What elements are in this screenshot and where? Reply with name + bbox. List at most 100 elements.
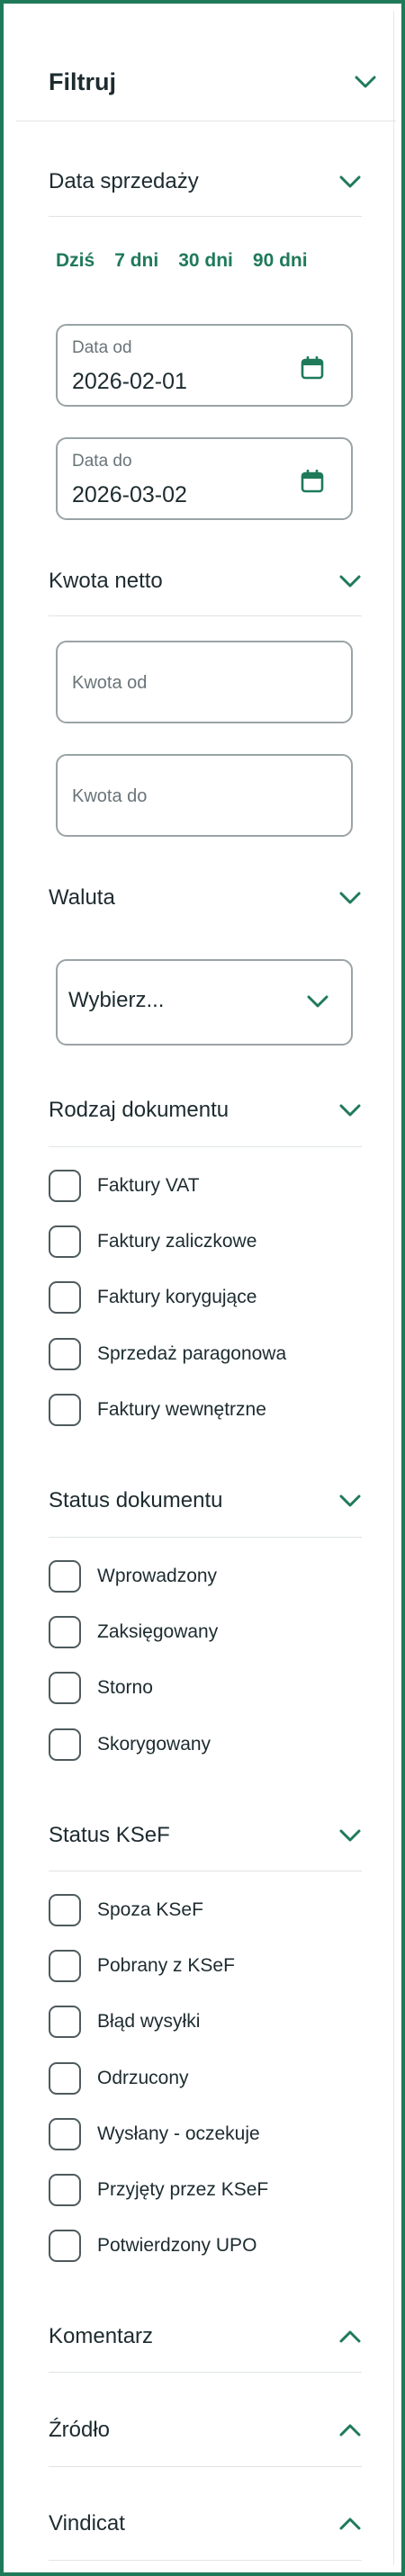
section-title: Rodzaj dokumentu <box>49 1098 230 1122</box>
checkbox-label: Przyjęty przez KSeF <box>97 2179 269 2200</box>
section-source[interactable]: Źródło <box>49 2412 362 2448</box>
section-currency[interactable]: Waluta <box>49 880 362 916</box>
checkbox-option[interactable]: Pobrany z KSeF <box>49 1948 235 1984</box>
chevron-down-icon[interactable] <box>338 1099 362 1122</box>
amount-from-placeholder: Kwota od <box>72 673 148 693</box>
checkbox-label: Odrzucony <box>97 2068 189 2088</box>
quick-range-30-days[interactable]: 30 dni <box>178 250 233 272</box>
divider <box>49 2372 362 2373</box>
calendar-icon[interactable] <box>301 469 324 498</box>
checkbox[interactable] <box>49 1728 81 1761</box>
checkbox[interactable] <box>49 1338 81 1370</box>
checkbox-label: Spoza KSeF <box>97 1899 203 1920</box>
quick-range-7-days[interactable]: 7 dni <box>114 250 158 272</box>
checkbox-label: Skorygowany <box>97 1734 212 1755</box>
section-title: Status dokumentu <box>49 1488 223 1512</box>
chevron-down-icon[interactable] <box>338 170 362 193</box>
checkbox[interactable] <box>49 1225 81 1258</box>
checkbox-label: Sprzedaż paragonowa <box>97 1343 287 1364</box>
checkbox[interactable] <box>49 1616 81 1648</box>
checkbox-option[interactable]: Odrzucony <box>49 2060 189 2096</box>
checkbox-option[interactable]: Potwierdzony UPO <box>49 2228 256 2264</box>
checkbox-option[interactable]: Skorygowany <box>49 1727 211 1763</box>
divider <box>49 1537 362 1538</box>
checkbox[interactable] <box>49 2006 81 2038</box>
divider <box>49 216 362 217</box>
quick-range-today[interactable]: Dziś <box>56 250 94 272</box>
chevron-up-icon[interactable] <box>338 2325 362 2348</box>
amount-to-input[interactable]: Kwota do <box>56 754 353 837</box>
checkbox-option[interactable]: Faktury zaliczkowe <box>49 1224 256 1260</box>
section-title: Komentarz <box>49 2324 154 2348</box>
chevron-up-icon[interactable] <box>338 2419 362 2442</box>
checkbox-label: Potwierdzony UPO <box>97 2235 257 2256</box>
chevron-down-icon[interactable] <box>338 570 362 593</box>
checkbox-option[interactable]: Faktury VAT <box>49 1168 200 1204</box>
chevron-up-icon[interactable] <box>338 2512 362 2536</box>
amount-to-placeholder: Kwota do <box>72 786 148 806</box>
date-to-value: 2026-03-02 <box>72 482 187 507</box>
checkbox[interactable] <box>49 1170 81 1202</box>
quick-range-90-days[interactable]: 90 dni <box>253 250 308 272</box>
calendar-icon[interactable] <box>301 355 324 384</box>
checkbox-label: Wprowadzony <box>97 1566 218 1586</box>
checkbox-option[interactable]: Przyjęty przez KSeF <box>49 2172 268 2208</box>
checkbox[interactable] <box>49 2174 81 2206</box>
checkbox[interactable] <box>49 2062 81 2095</box>
checkbox-option[interactable]: Spoza KSeF <box>49 1892 203 1928</box>
currency-selected-value: Wybierz... <box>68 988 165 1012</box>
date-from-value: 2026-02-01 <box>72 369 187 394</box>
checkbox-label: Faktury VAT <box>97 1175 200 1196</box>
amount-from-input[interactable]: Kwota od <box>56 641 353 723</box>
checkbox-option[interactable]: Sprzedaż paragonowa <box>49 1336 286 1372</box>
date-to-field[interactable]: Data do 2026-03-02 <box>56 437 353 520</box>
checkbox[interactable] <box>49 1672 81 1704</box>
chevron-down-icon[interactable] <box>338 1824 362 1847</box>
checkbox[interactable] <box>49 2230 81 2262</box>
checkbox-option[interactable]: Zaksięgowany <box>49 1614 218 1650</box>
section-ksef-status[interactable]: Status KSeF <box>49 1818 362 1853</box>
section-title: Data sprzedaży <box>49 169 199 193</box>
chevron-down-icon[interactable] <box>338 886 362 910</box>
checkbox-option[interactable]: Faktury wewnętrzne <box>49 1392 266 1428</box>
section-document-status[interactable]: Status dokumentu <box>49 1483 362 1519</box>
section-net-amount[interactable]: Kwota netto <box>49 563 362 599</box>
checkbox-option[interactable]: Storno <box>49 1670 153 1706</box>
section-sale-date[interactable]: Data sprzedaży <box>49 164 362 200</box>
checkbox[interactable] <box>49 1394 81 1426</box>
filter-title: Filtruj <box>49 67 116 95</box>
checkbox-label: Wysłany - oczekuje <box>97 2123 260 2144</box>
currency-select[interactable]: Wybierz... <box>56 959 353 1046</box>
section-title: Kwota netto <box>49 569 163 593</box>
divider <box>49 2466 362 2467</box>
divider <box>49 1146 362 1147</box>
checkbox[interactable] <box>49 1281 81 1314</box>
chevron-down-icon <box>306 990 329 1013</box>
checkbox-label: Storno <box>97 1677 153 1698</box>
checkbox-option[interactable]: Wysłany - oczekuje <box>49 2116 260 2152</box>
section-title: Status KSeF <box>49 1823 170 1847</box>
checkbox[interactable] <box>49 1950 81 1982</box>
filter-header[interactable]: Filtruj <box>49 59 377 104</box>
chevron-down-icon[interactable] <box>338 1489 362 1512</box>
checkbox-label: Faktury korygujące <box>97 1287 257 1307</box>
quick-range-links: Dziś 7 dni 30 dni 90 dni <box>56 245 308 277</box>
checkbox-option[interactable]: Błąd wysyłki <box>49 2004 200 2040</box>
checkbox[interactable] <box>49 2118 81 2150</box>
checkbox-label: Pobrany z KSeF <box>97 1955 235 1976</box>
checkbox-option[interactable]: Wprowadzony <box>49 1558 217 1594</box>
date-to-label: Data do <box>72 452 132 471</box>
divider <box>49 2560 362 2561</box>
checkbox-option[interactable]: Faktury korygujące <box>49 1279 256 1315</box>
checkbox[interactable] <box>49 1560 81 1593</box>
checkbox[interactable] <box>49 1894 81 1926</box>
section-title: Źródło <box>49 2418 111 2442</box>
section-document-type[interactable]: Rodzaj dokumentu <box>49 1092 362 1128</box>
date-from-field[interactable]: Data od 2026-02-01 <box>56 324 353 407</box>
section-vindicat[interactable]: Vindicat <box>49 2506 362 2542</box>
checkbox-label: Zaksięgowany <box>97 1621 219 1642</box>
checkbox-label: Błąd wysyłki <box>97 2011 201 2032</box>
checkbox-label: Faktury wewnętrzne <box>97 1399 266 1420</box>
chevron-down-icon[interactable] <box>354 70 377 94</box>
section-comment[interactable]: Komentarz <box>49 2319 362 2355</box>
